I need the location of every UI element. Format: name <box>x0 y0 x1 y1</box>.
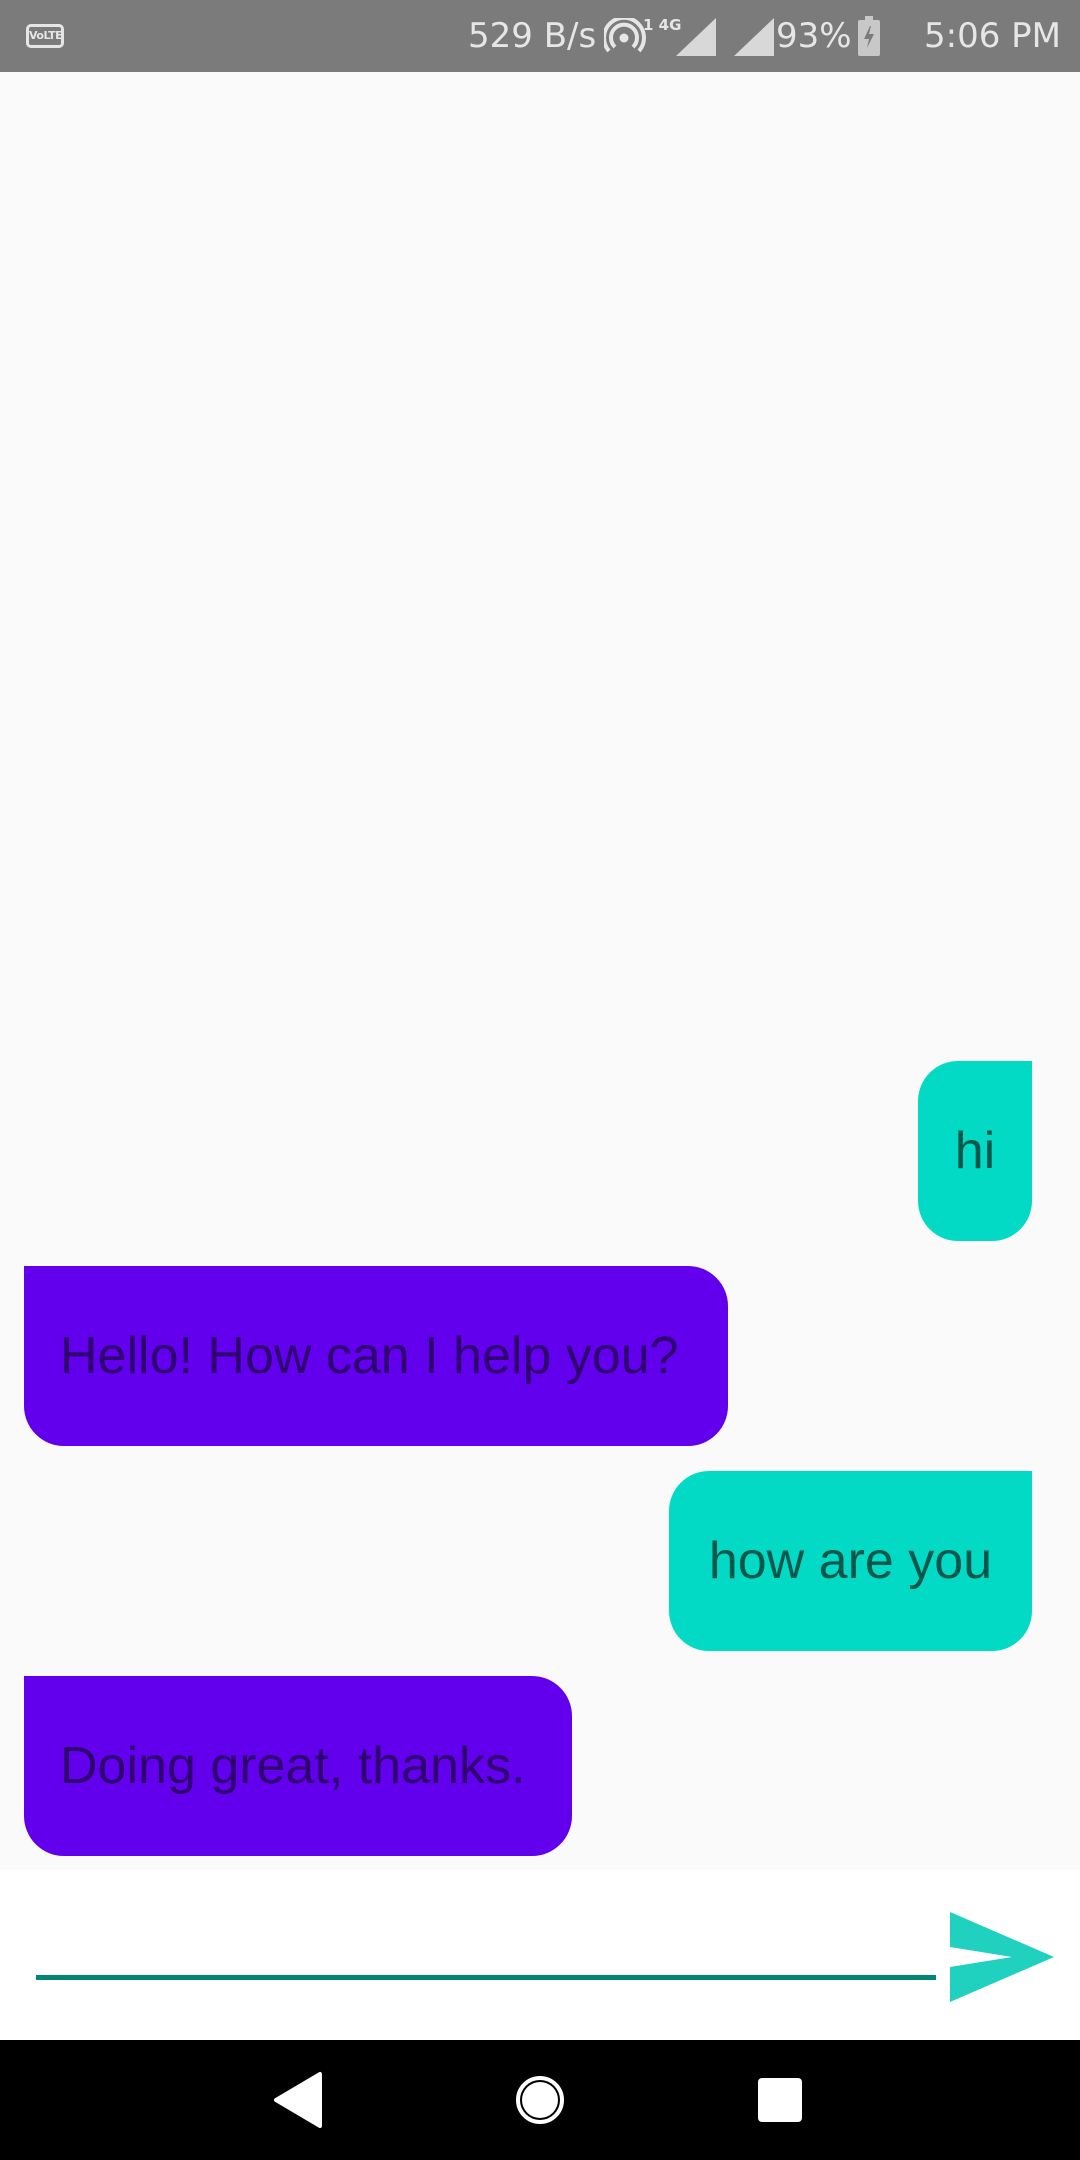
message-text: how are you <box>708 1532 993 1590</box>
back-icon[interactable] <box>270 2070 330 2130</box>
bot-message-bubble: Doing great, thanks. <box>24 1676 572 1856</box>
send-button[interactable] <box>950 1912 1054 2002</box>
recents-icon[interactable] <box>754 2074 806 2126</box>
home-icon[interactable] <box>510 2070 570 2130</box>
message-input-bar <box>0 1870 1080 2040</box>
volte-icon: VoLTE <box>26 24 64 48</box>
user-message-bubble: hi <box>918 1061 1032 1241</box>
user-message-bubble: how are you <box>669 1471 1032 1651</box>
message-text: Hello! How can I help you? <box>60 1327 679 1385</box>
clock: 5:06 PM <box>924 16 1061 56</box>
message-input[interactable] <box>36 1910 936 1980</box>
navigation-bar <box>0 2040 1080 2160</box>
message-text: hi <box>954 1122 996 1180</box>
chat-message-list[interactable]: hi Hello! How can I help you? how are yo… <box>0 72 1080 1870</box>
message-text: Doing great, thanks. <box>60 1737 526 1795</box>
network-speed: 529 B/s <box>468 16 597 56</box>
bot-message-bubble: Hello! How can I help you? <box>24 1266 728 1446</box>
send-icon <box>950 1912 1054 2002</box>
battery-percent: 93% <box>776 16 852 56</box>
signal-icon <box>734 18 774 56</box>
battery-charging-icon <box>858 16 880 56</box>
signal-icon <box>676 18 716 56</box>
status-bar: VoLTE 529 B/s 1 4G 93% 5:06 PM <box>0 0 1080 72</box>
